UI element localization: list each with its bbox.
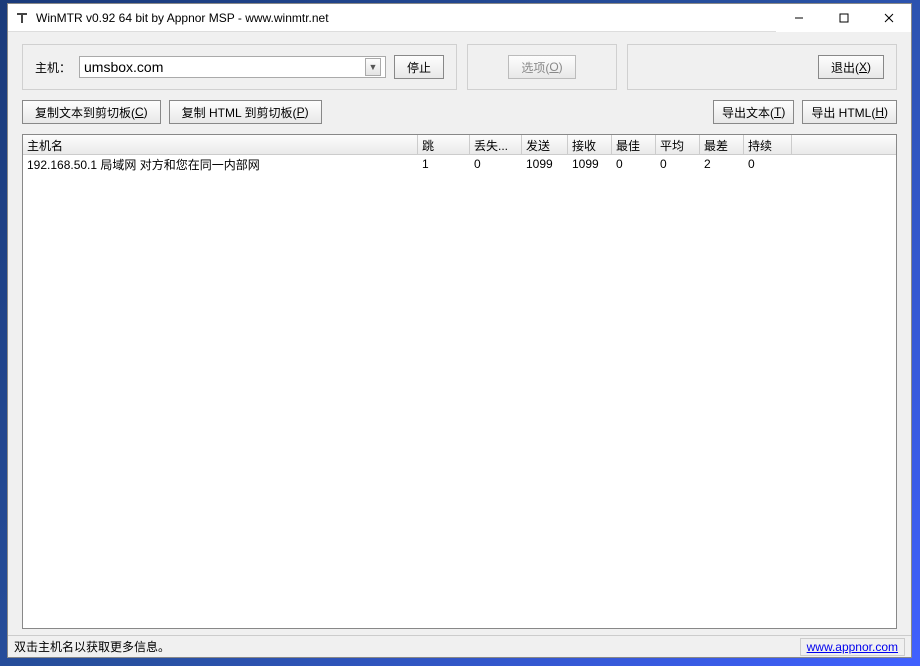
col-recv[interactable]: 接收 (568, 135, 612, 154)
maximize-button[interactable] (821, 4, 866, 32)
host-group: 主机： umsbox.com ▼ 停止 (22, 44, 457, 90)
exit-button[interactable]: 退出(X) (818, 55, 884, 79)
table-header: 主机名 跳 丢失... 发送 接收 最佳 平均 最差 持续 (23, 135, 896, 155)
host-label: 主机： (35, 59, 71, 76)
cell-best: 0 (612, 156, 656, 172)
col-hop[interactable]: 跳 (418, 135, 470, 154)
trace-table: 主机名 跳 丢失... 发送 接收 最佳 平均 最差 持续 192.168.50… (22, 134, 897, 629)
col-avg[interactable]: 平均 (656, 135, 700, 154)
col-worst[interactable]: 最差 (700, 135, 744, 154)
copy-html-button[interactable]: 复制 HTML 到剪切板(P) (169, 100, 322, 124)
col-sent[interactable]: 发送 (522, 135, 568, 154)
titlebar[interactable]: WinMTR v0.92 64 bit by Appnor MSP - www.… (8, 4, 911, 32)
cell-avg: 0 (656, 156, 700, 172)
minimize-button[interactable] (776, 4, 821, 32)
table-row[interactable]: 192.168.50.1 局域网 对方和您在同一内部网 1 0 1099 109… (23, 155, 896, 173)
options-group: 选项(O) (467, 44, 617, 90)
window-controls (776, 4, 911, 31)
cell-sent: 1099 (522, 156, 568, 172)
options-button[interactable]: 选项(O) (508, 55, 575, 79)
cell-hop: 1 (418, 156, 470, 172)
chevron-down-icon[interactable]: ▼ (365, 58, 381, 76)
window-title: WinMTR v0.92 64 bit by Appnor MSP - www.… (36, 11, 776, 25)
copy-text-button[interactable]: 复制文本到剪切板(C) (22, 100, 161, 124)
cell-host: 192.168.50.1 局域网 对方和您在同一内部网 (23, 155, 418, 174)
stop-button[interactable]: 停止 (394, 55, 444, 79)
export-text-button[interactable]: 导出文本(T) (713, 100, 794, 124)
cell-last: 0 (744, 156, 792, 172)
app-window: WinMTR v0.92 64 bit by Appnor MSP - www.… (7, 3, 912, 658)
top-row: 主机： umsbox.com ▼ 停止 选项(O) 退出(X) (22, 44, 897, 90)
host-value: umsbox.com (84, 59, 365, 75)
cell-recv: 1099 (568, 156, 612, 172)
statusbar: 双击主机名以获取更多信息。 www.appnor.com (8, 635, 911, 657)
col-best[interactable]: 最佳 (612, 135, 656, 154)
host-combobox[interactable]: umsbox.com ▼ (79, 56, 386, 78)
col-host[interactable]: 主机名 (23, 135, 418, 154)
cell-loss: 0 (470, 156, 522, 172)
close-button[interactable] (866, 4, 911, 32)
col-loss[interactable]: 丢失... (470, 135, 522, 154)
content-area: 主机： umsbox.com ▼ 停止 选项(O) 退出(X) 复制文本到剪切板… (8, 32, 911, 635)
exit-group: 退出(X) (627, 44, 897, 90)
cell-worst: 2 (700, 156, 744, 172)
status-message: 双击主机名以获取更多信息。 (14, 638, 800, 655)
export-html-button[interactable]: 导出 HTML(H) (802, 100, 897, 124)
col-last[interactable]: 持续 (744, 135, 792, 154)
table-body: 192.168.50.1 局域网 对方和您在同一内部网 1 0 1099 109… (23, 155, 896, 173)
appnor-link[interactable]: www.appnor.com (800, 638, 905, 656)
app-icon (14, 10, 30, 26)
toolbar-row: 复制文本到剪切板(C) 复制 HTML 到剪切板(P) 导出文本(T) 导出 H… (22, 100, 897, 124)
